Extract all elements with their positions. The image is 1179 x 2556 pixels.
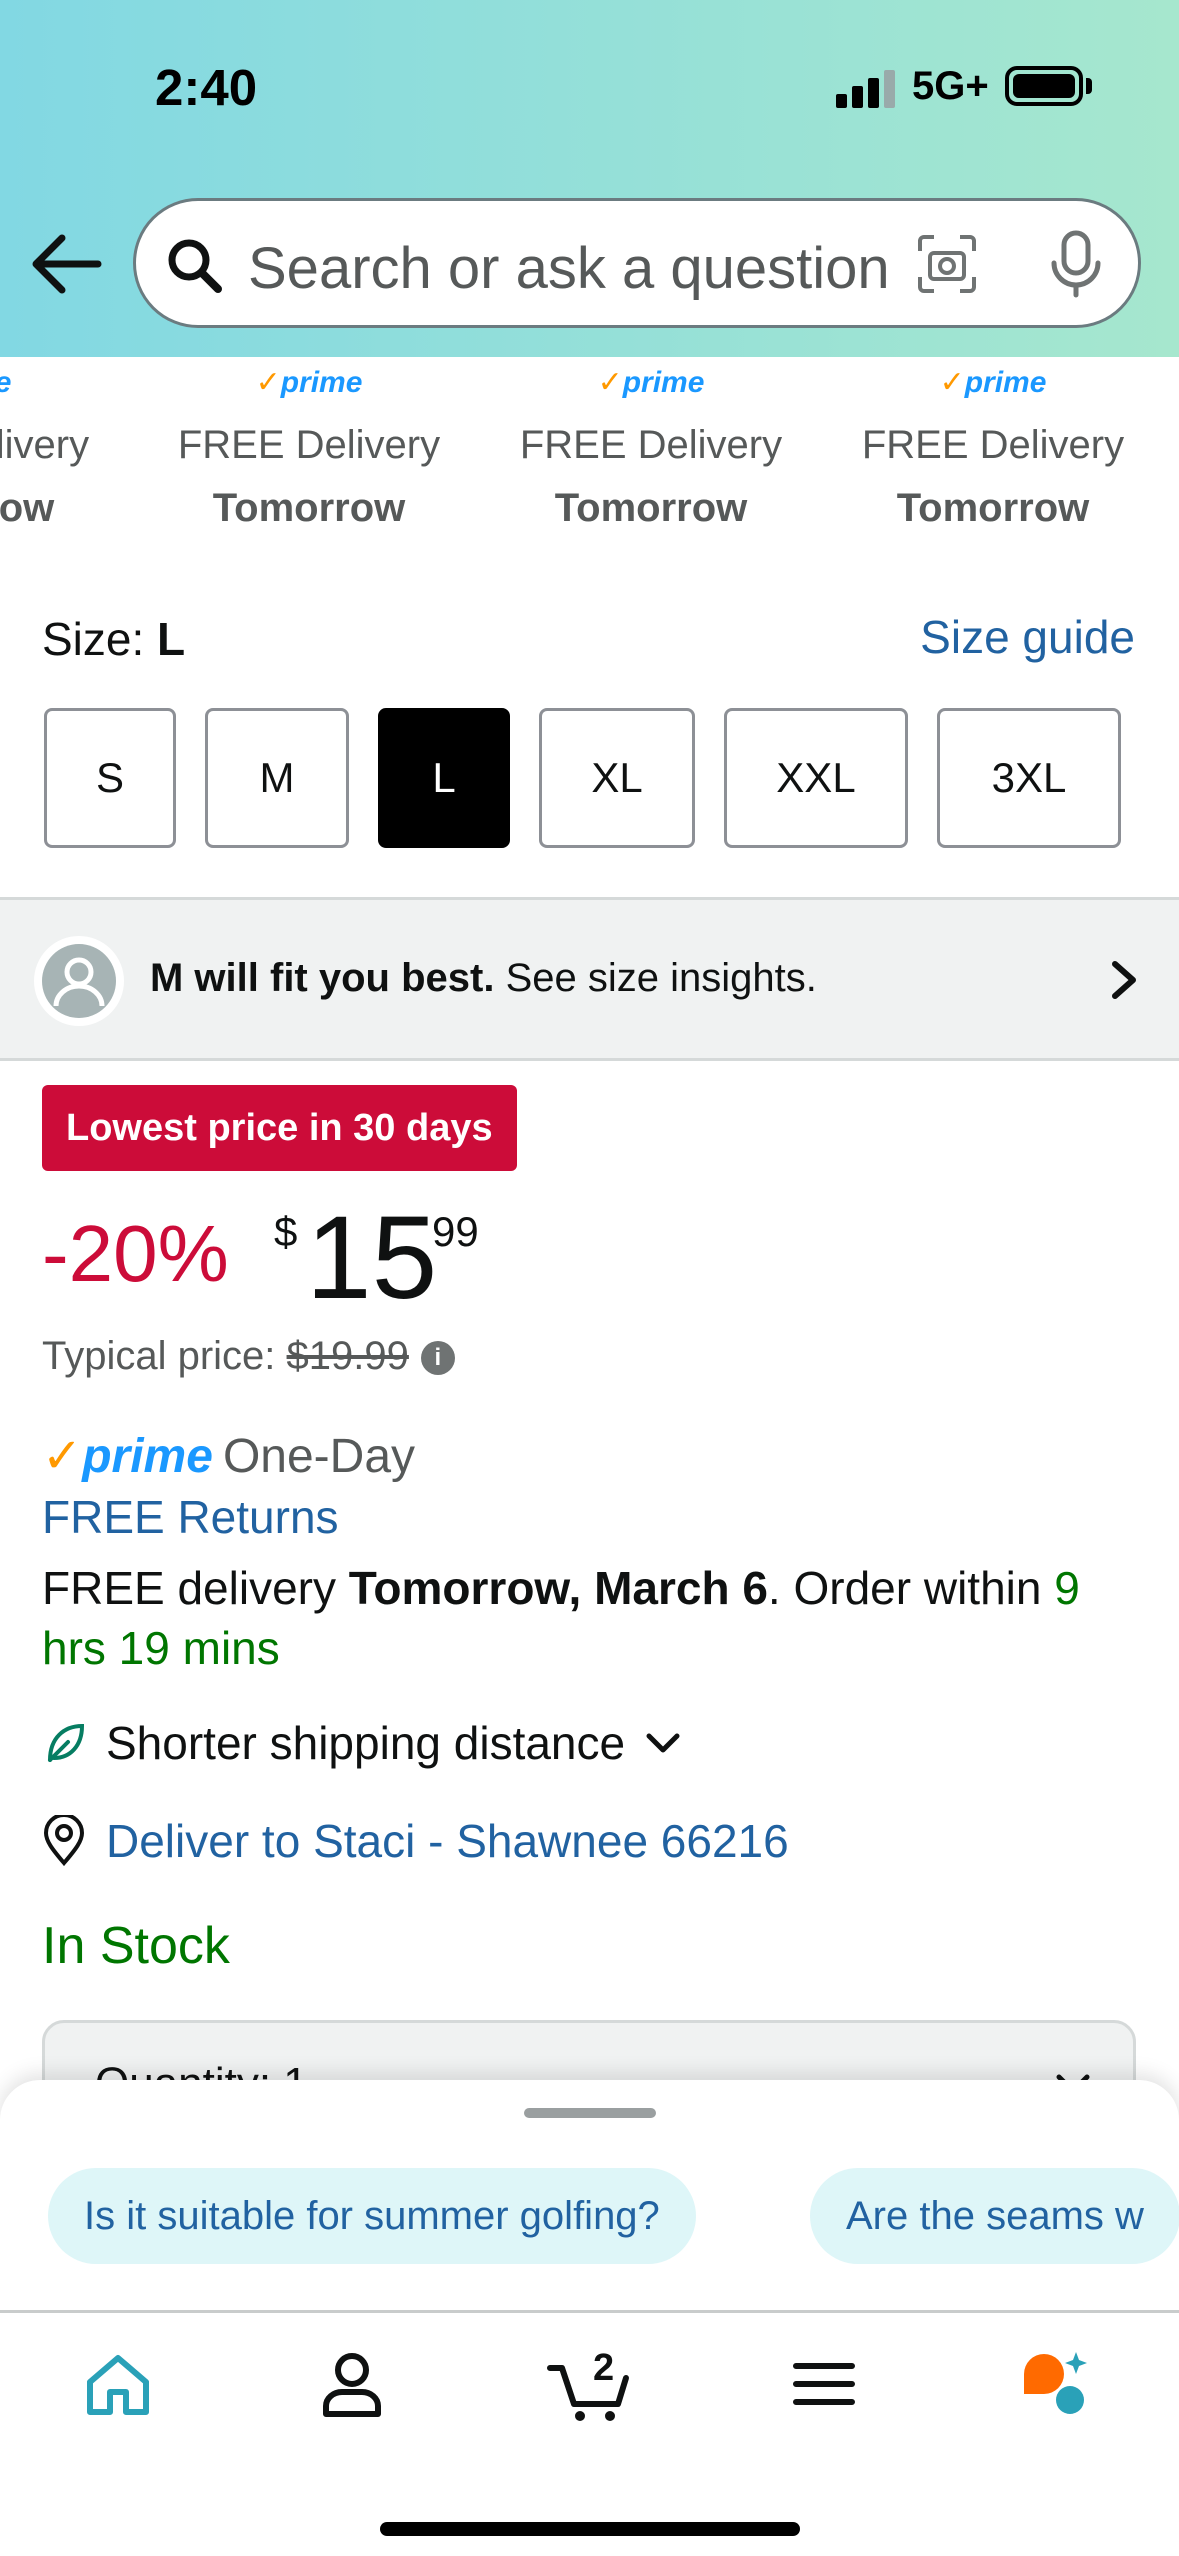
size-insights-banner[interactable]: M will fit you best. See size insights.	[0, 897, 1179, 1061]
account-icon[interactable]	[312, 2344, 392, 2424]
prime-badge: ✓prime	[597, 366, 705, 399]
bottom-sheet: Is it suitable for summer golfing? Are t…	[0, 2080, 1179, 2556]
typical-price-value: $19.99	[286, 1334, 409, 1378]
stock-status: In Stock	[42, 1917, 230, 1975]
free-returns-link[interactable]: FREE Returns	[42, 1490, 339, 1544]
prime-logo: ✓prime	[42, 1430, 213, 1483]
rufus-icon[interactable]	[1014, 2344, 1094, 2424]
delivery-option[interactable]: ✓prime FREE Delivery Tomorrow	[159, 357, 459, 531]
fit-recommendation: M will fit you best. See size insights.	[150, 956, 817, 1000]
header: 2:40 5G+ Search or ask a question	[0, 0, 1179, 357]
status-time: 2:40	[155, 59, 258, 116]
battery-icon	[1005, 66, 1083, 106]
delivery-options-carousel[interactable]: ✓prime FREE Delivery Tomorrow ✓prime FRE…	[0, 357, 1179, 552]
size-option-3xl[interactable]: 3XL	[937, 708, 1121, 848]
delivery-option[interactable]: ✓prime FREE Delivery Tomorrow	[501, 357, 801, 531]
size-label: Size: L	[42, 613, 186, 665]
chevron-right-icon	[1112, 961, 1136, 999]
menu-icon[interactable]	[784, 2344, 864, 2424]
delivery-estimate: FREE delivery Tomorrow, March 6. Order w…	[42, 1562, 1080, 1674]
size-option-l[interactable]: L	[378, 708, 510, 848]
location-pin-icon	[43, 1815, 85, 1867]
user-icon	[53, 957, 105, 1007]
prime-badge: ✓prime	[939, 366, 1047, 399]
camera-lens-icon[interactable]	[916, 233, 978, 295]
home-indicator	[380, 2522, 800, 2536]
avatar	[34, 936, 124, 1026]
discount-percent: -20%	[42, 1209, 229, 1298]
cart-count: 2	[593, 2347, 614, 2389]
price-fraction: 99	[432, 1208, 479, 1255]
home-icon[interactable]	[78, 2344, 158, 2424]
back-arrow-icon[interactable]	[28, 232, 104, 296]
leaf-icon	[48, 1723, 85, 1762]
delivery-option[interactable]: ✓prime FREE Delivery Tomorrow	[843, 357, 1143, 531]
search-input[interactable]: Search or ask a question	[248, 235, 890, 302]
size-option-s[interactable]: S	[44, 708, 176, 848]
shorter-shipping-toggle[interactable]: Shorter shipping distance	[42, 1716, 683, 1770]
size-option-m[interactable]: M	[205, 708, 349, 848]
sheet-drag-handle[interactable]	[524, 2108, 656, 2118]
price-currency: $	[274, 1208, 298, 1255]
cellular-signal-icon	[836, 68, 898, 108]
size-guide-link[interactable]: Size guide	[920, 610, 1135, 664]
suggestion-chip[interactable]: Are the seams w	[810, 2168, 1179, 2264]
typical-price: Typical price: $19.99 i	[42, 1334, 455, 1379]
price-whole: 15	[306, 1192, 438, 1324]
prime-badge: ✓prime	[255, 366, 363, 399]
network-type: 5G+	[912, 64, 989, 108]
deal-badge: Lowest price in 30 days	[42, 1085, 517, 1171]
search-bar[interactable]: Search or ask a question	[133, 198, 1141, 328]
chevron-down-icon	[646, 1733, 680, 1753]
suggestion-chip[interactable]: Is it suitable for summer golfing?	[48, 2168, 696, 2264]
selected-size: L	[157, 613, 186, 665]
deliver-to-location[interactable]: Deliver to Staci - Shawnee 66216	[42, 1814, 789, 1868]
search-icon	[168, 239, 222, 293]
info-icon[interactable]: i	[420, 1341, 455, 1376]
delivery-option[interactable]: ✓prime FREE Delivery Tomorrow	[0, 357, 108, 531]
size-option-xl[interactable]: XL	[539, 708, 695, 848]
prime-one-day: ✓prime One-Day	[42, 1430, 416, 1483]
cart-icon[interactable]: 2	[546, 2344, 636, 2424]
size-option-xxl[interactable]: XXL	[724, 708, 908, 848]
microphone-icon[interactable]	[1048, 229, 1104, 299]
